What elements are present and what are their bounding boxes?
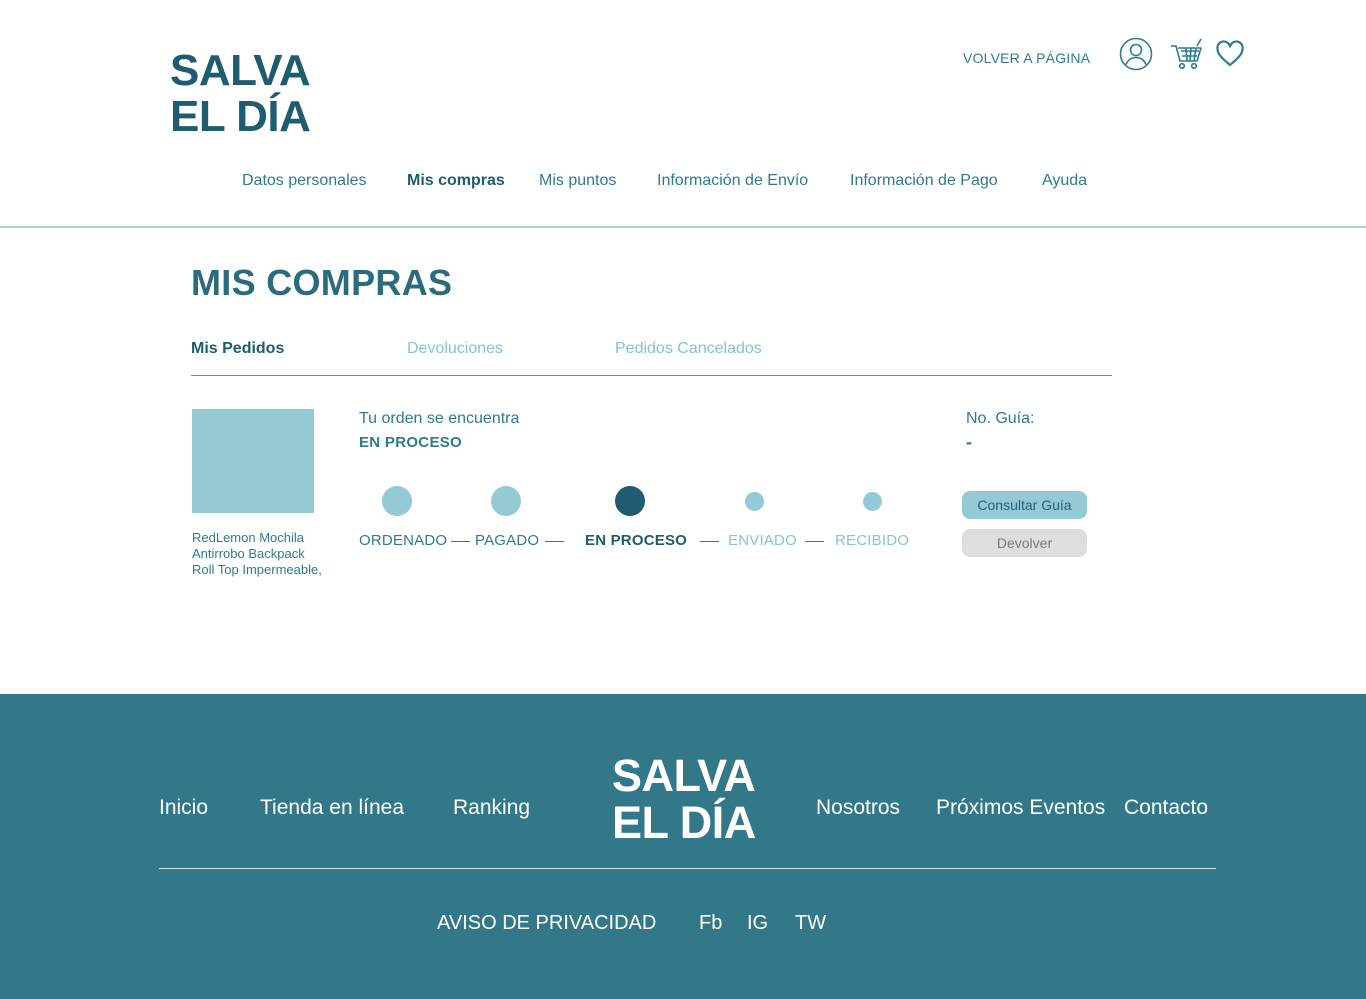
footer-link-inicio[interactable]: Inicio (159, 796, 208, 820)
step-dot-enviado (745, 492, 764, 511)
guia-label: No. Guía: (966, 410, 1035, 427)
header-divider (0, 226, 1366, 228)
step-connector (805, 541, 824, 542)
heart-icon[interactable] (1214, 34, 1246, 74)
product-image[interactable] (192, 409, 314, 513)
footer-logo-line-1: SALVA (612, 750, 756, 801)
consultar-guia-button[interactable]: Consultar Guía (962, 491, 1087, 519)
devolver-button[interactable]: Devolver (962, 529, 1087, 557)
nav-ayuda[interactable]: Ayuda (1042, 172, 1087, 190)
tab-devoluciones[interactable]: Devoluciones (407, 340, 503, 358)
tabs-divider (191, 375, 1112, 376)
order-status-label: Tu orden se encuentra (359, 410, 520, 427)
guia-value: - (966, 432, 972, 452)
step-label-ordenado: ORDENADO (359, 532, 448, 549)
product-name[interactable]: RedLemon Mochila Antirrobo Backpack Roll… (192, 530, 322, 578)
step-label-pagado: PAGADO (475, 532, 540, 549)
social-link-fb[interactable]: Fb (699, 912, 722, 935)
step-dot-pagado (491, 486, 521, 516)
privacy-link[interactable]: AVISO DE PRIVACIDAD (437, 912, 656, 935)
nav-informacion-pago[interactable]: Información de Pago (850, 172, 998, 190)
step-dot-ordenado (382, 486, 412, 516)
footer-logo[interactable]: SALVA EL DÍA (612, 752, 756, 846)
nav-mis-compras[interactable]: Mis compras (407, 172, 505, 190)
step-dot-en-proceso (615, 486, 645, 516)
user-icon[interactable] (1118, 34, 1154, 74)
step-connector (451, 541, 470, 542)
step-label-enviado: ENVIADO (728, 532, 797, 549)
order-status-value: EN PROCESO (359, 434, 463, 451)
footer-link-ranking[interactable]: Ranking (453, 796, 530, 820)
step-label-recibido: RECIBIDO (835, 532, 910, 549)
nav-mis-puntos[interactable]: Mis puntos (539, 172, 616, 190)
footer-link-tienda[interactable]: Tienda en línea (260, 796, 404, 820)
logo[interactable]: SALVA EL DÍA (170, 46, 311, 141)
step-connector (700, 541, 719, 542)
social-link-ig[interactable]: IG (747, 912, 768, 935)
footer-logo-line-2: EL DÍA (612, 797, 756, 848)
cart-icon[interactable] (1168, 34, 1206, 74)
logo-line-1: SALVA (170, 46, 311, 95)
step-label-en-proceso: EN PROCESO (585, 532, 688, 549)
page-title: MIS COMPRAS (191, 262, 453, 303)
step-dot-recibido (863, 492, 882, 511)
nav-datos-personales[interactable]: Datos personales (242, 172, 367, 190)
step-connector (545, 541, 564, 542)
footer-link-nosotros[interactable]: Nosotros (816, 796, 900, 820)
tab-pedidos-cancelados[interactable]: Pedidos Cancelados (615, 340, 762, 358)
nav-informacion-envio[interactable]: Información de Envío (657, 172, 808, 190)
footer-divider (159, 868, 1216, 869)
volver-a-pagina-link[interactable]: VOLVER A PÁGINA (963, 50, 1090, 66)
tab-mis-pedidos[interactable]: Mis Pedidos (191, 340, 284, 358)
footer-link-contacto[interactable]: Contacto (1124, 796, 1208, 820)
logo-line-2: EL DÍA (170, 92, 311, 141)
social-link-tw[interactable]: TW (795, 912, 826, 935)
footer-link-eventos[interactable]: Próximos Eventos (936, 796, 1105, 820)
